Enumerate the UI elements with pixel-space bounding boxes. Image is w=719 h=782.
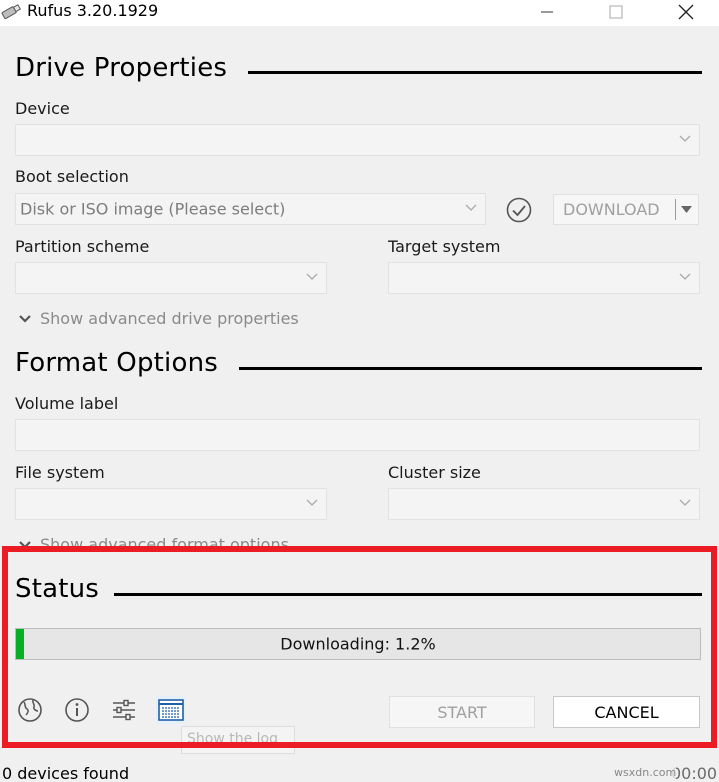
highlight-box bbox=[2, 546, 717, 748]
device-dropdown[interactable] bbox=[15, 124, 700, 156]
partition-scheme-label: Partition scheme bbox=[15, 237, 150, 256]
download-button[interactable]: DOWNLOAD bbox=[553, 194, 699, 225]
advanced-drive-properties-toggle[interactable]: Show advanced drive properties bbox=[18, 309, 299, 328]
maximize-button[interactable] bbox=[593, 0, 639, 24]
volume-label-label: Volume label bbox=[15, 394, 119, 413]
split-divider bbox=[675, 199, 676, 220]
chevron-down-icon bbox=[306, 273, 318, 280]
check-circle-icon bbox=[506, 197, 532, 223]
volume-label-input[interactable] bbox=[15, 419, 700, 451]
minimize-button[interactable] bbox=[524, 0, 570, 24]
usb-drive-icon bbox=[1, 4, 21, 19]
cluster-size-dropdown[interactable] bbox=[388, 488, 700, 520]
drive-properties-heading: Drive Properties bbox=[15, 53, 228, 83]
file-system-dropdown[interactable] bbox=[15, 488, 327, 520]
maximize-icon bbox=[609, 5, 623, 19]
advanced-drive-properties-label: Show advanced drive properties bbox=[40, 309, 299, 328]
target-system-label: Target system bbox=[388, 237, 501, 256]
chevron-down-icon bbox=[679, 135, 691, 142]
close-button[interactable] bbox=[663, 0, 709, 24]
section-divider bbox=[248, 71, 702, 74]
caret-down-icon bbox=[681, 206, 692, 213]
cluster-size-label: Cluster size bbox=[388, 463, 481, 482]
devices-found-text: 0 devices found bbox=[2, 764, 130, 782]
chevron-down-icon bbox=[465, 204, 477, 211]
boot-selection-dropdown[interactable]: Disk or ISO image (Please select) bbox=[15, 193, 486, 225]
download-label: DOWNLOAD bbox=[563, 200, 660, 219]
chevron-down-icon bbox=[679, 499, 691, 506]
device-label: Device bbox=[15, 99, 70, 118]
target-system-dropdown[interactable] bbox=[388, 262, 700, 294]
file-system-label: File system bbox=[15, 463, 105, 482]
chevron-down-icon bbox=[679, 273, 691, 280]
format-options-heading: Format Options bbox=[15, 348, 219, 378]
chevron-down-icon bbox=[19, 314, 31, 323]
close-icon bbox=[678, 4, 694, 20]
section-divider bbox=[239, 367, 702, 370]
partition-scheme-dropdown[interactable] bbox=[15, 262, 327, 294]
title-bar: Rufus 3.20.1929 bbox=[0, 0, 719, 26]
boot-selection-value: Disk or ISO image (Please select) bbox=[20, 199, 286, 219]
boot-selection-label: Boot selection bbox=[15, 167, 129, 186]
elapsed-time: 00:00:12 bbox=[671, 764, 719, 782]
watermark: wsxdn.com bbox=[614, 766, 677, 779]
minimize-icon bbox=[541, 11, 553, 13]
chevron-down-icon bbox=[306, 499, 318, 506]
verify-button[interactable] bbox=[505, 196, 533, 224]
window-title: Rufus 3.20.1929 bbox=[27, 1, 159, 20]
